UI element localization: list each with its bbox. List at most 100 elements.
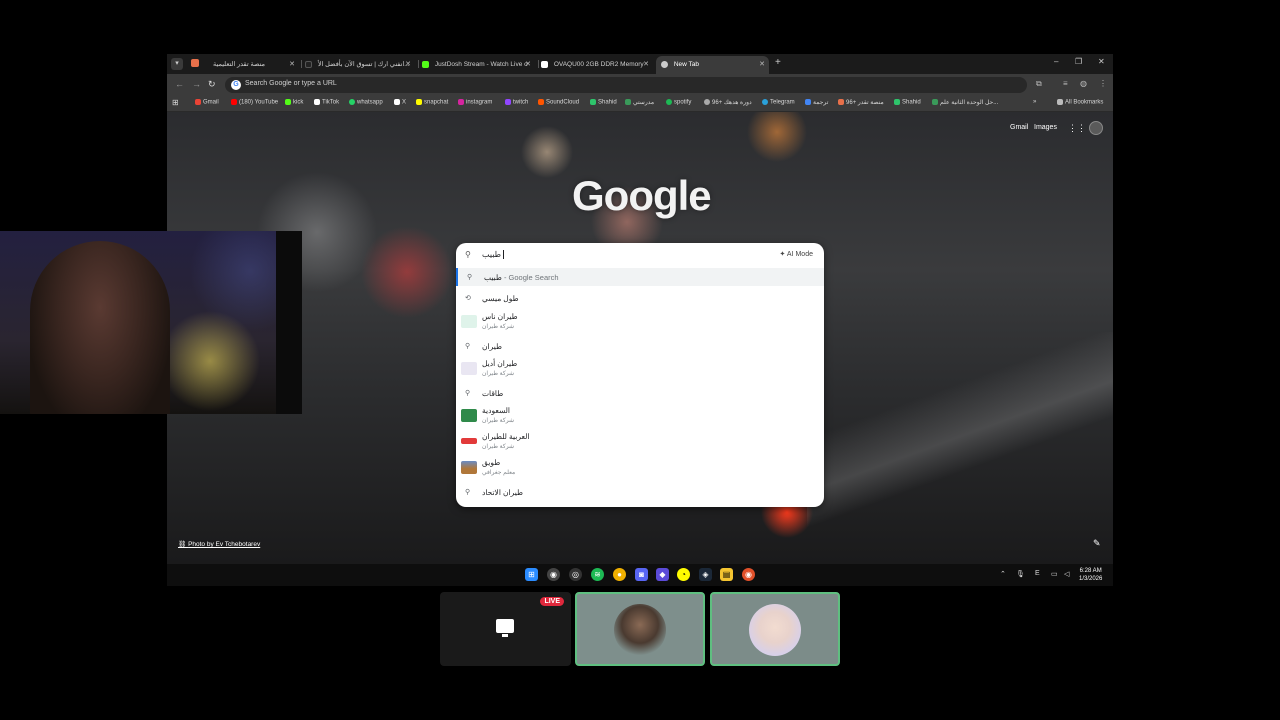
new-tab-plus-icon[interactable]: + [775, 57, 781, 68]
bookmark-x[interactable]: X [394, 99, 406, 106]
reload-icon[interactable]: ↻ [208, 79, 216, 90]
tab-title: OVAQU00 2GB DDR2 Memory [553, 61, 644, 68]
tiktok-icon [314, 99, 320, 105]
obs-icon[interactable]: ◎ [569, 568, 582, 581]
monitor-icon [496, 619, 514, 637]
close-icon[interactable]: ✕ [289, 56, 295, 74]
extensions-icon[interactable]: ⧉ [1036, 79, 1042, 89]
bookmark-shahid[interactable]: Shahid [590, 99, 617, 106]
suggestion-subtext: شركة طيران [482, 444, 515, 450]
apps-grid-icon[interactable]: ⊞ [172, 98, 179, 107]
bookmark-solution[interactable]: حل الوحدة الثانية علم... [932, 99, 998, 106]
telegram-icon [762, 99, 768, 105]
all-bookmarks[interactable]: All Bookmarks [1057, 99, 1103, 106]
tab-3[interactable]: JustDosh Stream - Watch Live o ✕ [422, 56, 535, 74]
chevron-right-icon[interactable]: » [1033, 99, 1036, 105]
bookmark-taqdar[interactable]: منصة تقدر +96 [838, 99, 884, 106]
gmail-link[interactable]: Gmail [1010, 124, 1028, 131]
bookmark-instagram[interactable]: instagram [458, 99, 492, 106]
bookmark-kick[interactable]: kick [285, 99, 303, 106]
minimize-icon[interactable]: – [1054, 57, 1058, 66]
suggestion-item[interactable]: ⚲ طيران [456, 337, 824, 355]
media-icon[interactable]: ≡ [1063, 79, 1068, 88]
bookmark-youtube[interactable]: (180) YouTube [231, 99, 278, 106]
search-query[interactable]: طبيب [482, 250, 505, 260]
suggestion-item[interactable]: ⚲ طاقات [456, 384, 824, 402]
suggestion-item[interactable]: طيران أديل شركة طيران [456, 357, 824, 381]
clock-date: 1/3/2026 [1079, 576, 1103, 582]
suggestion-item[interactable]: ⚲ طبيب - Google Search [456, 268, 824, 286]
bookmark-soundcloud[interactable]: SoundCloud [538, 99, 579, 106]
google-apps-icon[interactable]: ⋮⋮ [1068, 123, 1086, 134]
close-icon[interactable]: ✕ [405, 56, 411, 74]
account-avatar[interactable] [1089, 121, 1103, 135]
bookmark-gmail[interactable]: Gmail [195, 99, 219, 106]
address-bar[interactable]: G Search Google or type a URL [225, 77, 1027, 93]
tab-title: JustDosh Stream - Watch Live o [434, 61, 528, 68]
flyadeal-logo-icon [461, 362, 477, 375]
profile-icon[interactable]: ◍ [1080, 79, 1087, 88]
close-icon[interactable]: ✕ [759, 56, 765, 74]
shahid-icon [590, 99, 596, 105]
bookmark-twitch[interactable]: twitch [505, 99, 528, 106]
suggestion-item[interactable]: طويق معلم جغرافي [456, 456, 824, 480]
close-icon[interactable]: ✕ [525, 56, 531, 74]
photo-credit-link[interactable]: ⛓ Photo by Ev Tchebotarev [178, 540, 260, 548]
tab-search-icon[interactable]: ▾ [171, 58, 183, 70]
bookmark-snapchat[interactable]: snapchat [416, 99, 448, 106]
restore-icon[interactable]: ❐ [1075, 57, 1082, 66]
bookmark-translate[interactable]: ترجمة [805, 99, 828, 106]
forward-icon[interactable]: → [192, 79, 201, 89]
back-icon[interactable]: ← [175, 79, 184, 89]
suggestion-item[interactable]: ⟲ طول ميسي [456, 289, 824, 307]
volume-icon[interactable]: ◁ [1064, 570, 1069, 578]
suggestion-item[interactable]: طيران ناس شركة طيران [456, 310, 824, 334]
suggestion-text: طاقات [482, 389, 504, 398]
streamer-image [30, 241, 170, 414]
google-logo: Google [572, 172, 712, 219]
display-icon[interactable]: ▭ [1051, 570, 1058, 578]
tab-1[interactable]: منصة تقدر التعليمية ✕ [213, 56, 299, 74]
suggestion-item[interactable]: ⚲ طيران الاتحاد [456, 484, 824, 502]
spotify-icon[interactable]: ≋ [591, 568, 604, 581]
system-clock[interactable]: 6:28 AM 1/3/2026 [1079, 567, 1102, 583]
tab-2[interactable]: انفني ارك | تسوق الآن بأفضل الأ... ✕ [305, 56, 415, 74]
chevron-up-icon[interactable]: ⌃ [1000, 570, 1006, 578]
window-close-icon[interactable]: ✕ [1098, 57, 1105, 66]
screen-share-tile[interactable]: LIVE [440, 592, 571, 666]
file-explorer-icon[interactable]: ▤ [720, 568, 733, 581]
bookmark-spotify[interactable]: spotify [666, 99, 691, 106]
bookmark-course[interactable]: دورة هدهك +96 [704, 99, 752, 106]
search-input[interactable]: ⚲ طبيب ✦ AI Mode [456, 243, 824, 267]
chrome-icon[interactable]: ◉ [547, 568, 560, 581]
language-indicator[interactable]: E [1035, 570, 1040, 577]
suggestion-text: السعودية [482, 406, 511, 415]
bookmark-tiktok[interactable]: TikTok [314, 99, 339, 106]
tab-new-tab[interactable]: New Tab ✕ [656, 56, 769, 74]
customize-pencil-icon[interactable]: ✎ [1093, 538, 1101, 549]
instagram-icon [458, 99, 464, 105]
bookmark-madrasati[interactable]: مدرستي [625, 99, 654, 106]
app-icon[interactable]: ● [613, 568, 626, 581]
ai-mode-button[interactable]: ✦ AI Mode [779, 250, 813, 258]
steam-icon[interactable]: ◈ [699, 568, 712, 581]
menu-icon[interactable]: ⋮ [1099, 79, 1107, 88]
tab-4[interactable]: OVAQU00 2GB DDR2 Memory ✕ [541, 56, 653, 74]
microphone-icon[interactable]: 🎙 [1016, 570, 1025, 578]
participant-tile[interactable] [710, 592, 840, 666]
close-icon[interactable]: ✕ [643, 56, 649, 74]
snapchat-icon[interactable]: ◔ [677, 568, 690, 581]
bookmark-shahid-2[interactable]: Shahid [894, 99, 921, 106]
ai-app-icon[interactable]: ◆ [656, 568, 669, 581]
images-link[interactable]: Images [1034, 124, 1057, 131]
suggestion-item[interactable]: العربية للطيران شركة طيران [456, 430, 824, 454]
discord-icon[interactable]: ◙ [635, 568, 648, 581]
suggestion-item[interactable]: السعودية شركة طيران [456, 404, 824, 428]
windows-start-icon[interactable]: ⊞ [525, 568, 538, 581]
app-red-icon[interactable]: ◉ [742, 568, 755, 581]
bookmark-telegram[interactable]: Telegram [762, 99, 795, 106]
bookmark-whatsapp[interactable]: whatsapp [349, 99, 383, 106]
chrome-icon [661, 60, 668, 68]
folder-icon [1057, 99, 1063, 105]
participant-tile[interactable] [575, 592, 705, 666]
